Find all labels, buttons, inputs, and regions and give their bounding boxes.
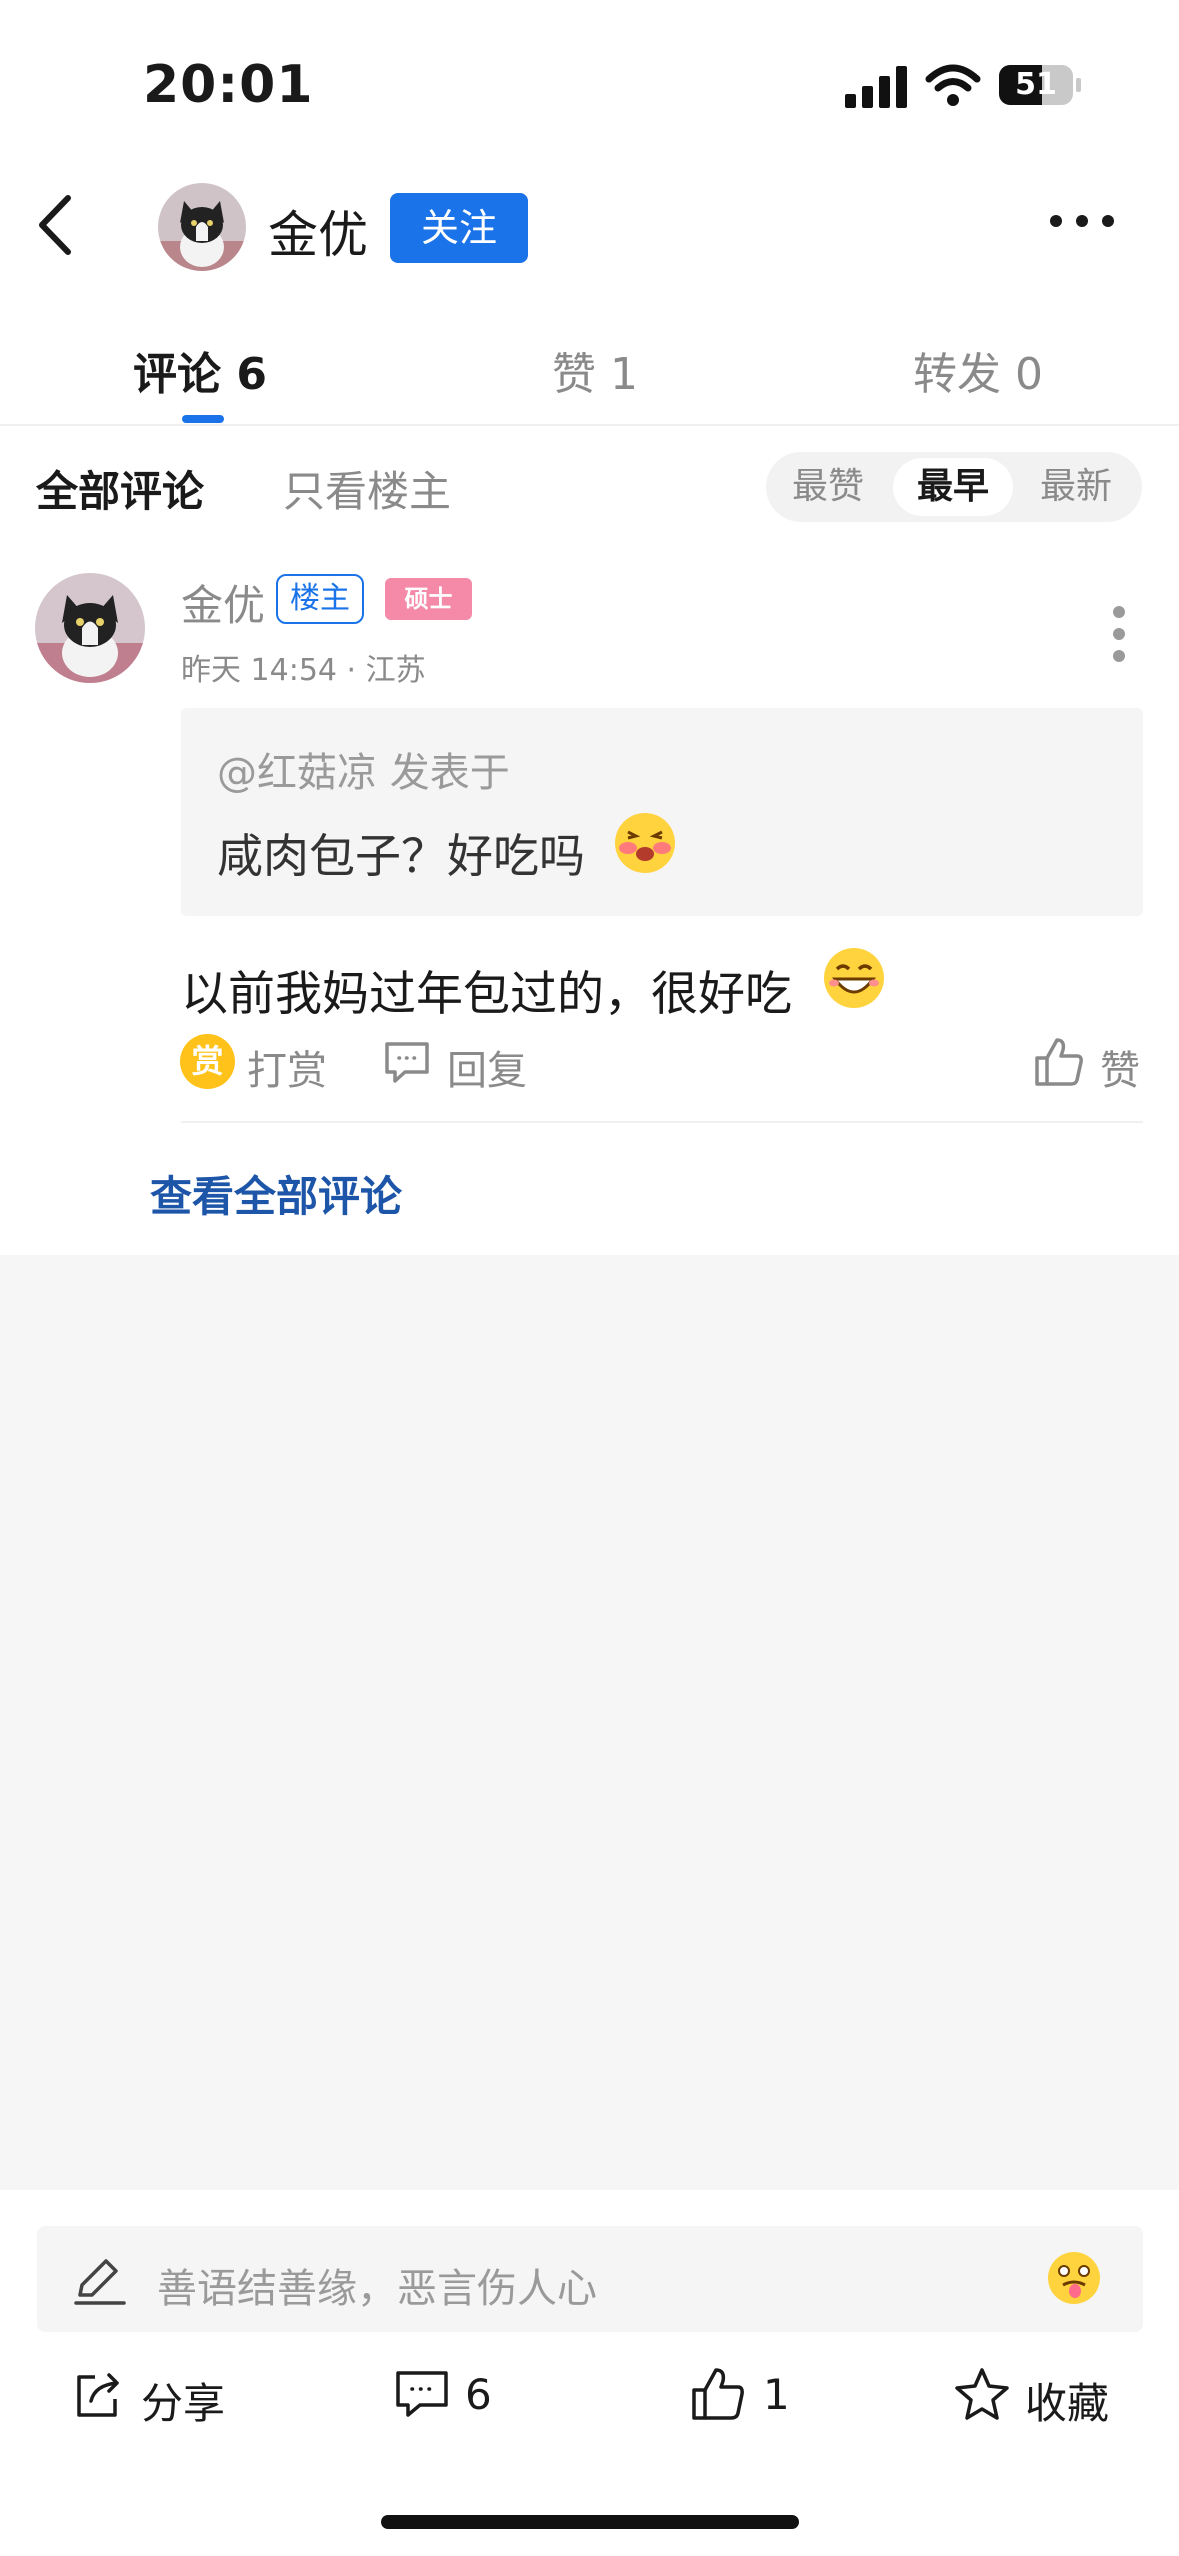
sort-earliest[interactable]: 最早 [893,458,1013,516]
like-button[interactable]: 赞 [1100,1038,1140,1096]
back-arrow-icon[interactable] [30,190,80,260]
reply-icon[interactable] [383,1040,431,1086]
blushing-face-emoji-icon [615,813,675,873]
avatar[interactable] [158,183,246,271]
quote-author: @红菇凉 发表于 [217,750,510,796]
share-button[interactable]: 分享 [141,2370,225,2431]
star-icon[interactable] [953,2366,1011,2422]
battery-level: 51 [1015,67,1057,102]
cellular-signal-icon [845,66,907,108]
sort-most-liked[interactable]: 最赞 [792,458,864,516]
comment-author[interactable]: 金优 [181,572,265,633]
owner-badge: 楼主 [276,574,364,624]
header-username[interactable]: 金优 [268,195,368,267]
comment-avatar[interactable] [35,573,145,683]
reward-button[interactable]: 打赏 [247,1038,327,1096]
emoji-picker-icon[interactable] [1045,2249,1103,2307]
filter-all-comments[interactable]: 全部评论 [36,458,204,519]
active-tab-indicator [182,415,224,423]
battery-indicator: 51 [998,64,1082,106]
favorite-button[interactable]: 收藏 [1025,2370,1109,2431]
comment-icon[interactable] [394,2369,450,2421]
tab-likes[interactable]: 赞 1 [552,338,638,402]
more-options-icon[interactable] [1050,215,1114,227]
comment-count[interactable]: 6 [465,2370,492,2419]
degree-badge: 硕士 [385,578,472,620]
reply-button[interactable]: 回复 [447,1038,527,1096]
pen-icon [74,2259,126,2305]
like-count[interactable]: 1 [763,2370,790,2419]
status-time: 20:01 [143,55,314,115]
grinning-face-emoji-icon [824,948,884,1008]
share-icon[interactable] [71,2369,123,2421]
wifi-icon [925,64,981,106]
comment-body: 以前我妈过年包过的，很好吃 [181,967,792,1022]
sort-newest[interactable]: 最新 [1040,458,1112,516]
cat-avatar-icon [35,573,145,683]
view-all-comments-link[interactable]: 查看全部评论 [150,1163,402,1224]
reward-icon[interactable]: 赏 [180,1034,235,1089]
thumbs-up-icon[interactable] [690,2366,746,2422]
thumbs-up-icon[interactable] [1033,1036,1085,1088]
cat-avatar-icon [158,183,246,271]
divider [0,424,1179,426]
comment-input-placeholder[interactable]: 善语结善缘，恶言伤人心 [157,2256,597,2314]
tab-reposts[interactable]: 转发 0 [913,338,1043,402]
tab-comments[interactable]: 评论 6 [133,338,267,402]
filter-owner-only[interactable]: 只看楼主 [283,458,451,519]
comment-more-icon[interactable] [1113,606,1125,662]
divider [181,1121,1143,1123]
comment-time-location: 昨天 14:54 · 江苏 [181,653,426,688]
follow-button[interactable]: 关注 [390,193,528,263]
home-indicator [381,2515,799,2529]
quote-text: 咸肉包子？好吃吗 [217,829,585,883]
